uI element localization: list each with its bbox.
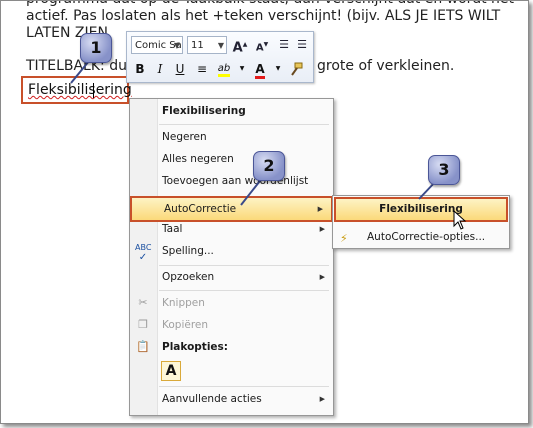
shrink-font-icon: A: [255, 42, 264, 54]
paste-text-icon: A: [165, 363, 177, 379]
highlight-button[interactable]: ab: [215, 60, 233, 78]
submenu-item-autocorrect-options[interactable]: ⚡ AutoCorrectie-opties...: [333, 227, 509, 247]
autocorrect-submenu: Flexibilisering ⚡ AutoCorrectie-opties..…: [332, 195, 510, 249]
menu-item-plakopties: 📋 Plakopties:: [130, 336, 333, 358]
menu-header-suggestion[interactable]: Flexibilisering: [130, 100, 333, 122]
font-size-value: 11: [191, 40, 204, 51]
menu-item-label: Taal: [162, 223, 183, 235]
chevron-down-icon: ▼: [275, 65, 281, 72]
menu-item-label: Negeren: [162, 131, 207, 143]
format-painter-button[interactable]: [287, 60, 305, 78]
submenu-item-suggestion[interactable]: Flexibilisering: [334, 197, 508, 222]
doc-line-2: actief. Pas loslaten als het +teken vers…: [26, 8, 501, 24]
mouse-pointer-icon: [453, 210, 467, 230]
chevron-down-icon: ▼: [239, 65, 245, 72]
menu-separator: [159, 290, 329, 291]
bold-button[interactable]: B: [131, 60, 149, 78]
submenu-suggestion-label: Flexibilisering: [379, 203, 463, 215]
underline-button[interactable]: U: [171, 60, 189, 78]
menu-item-knippen[interactable]: ✂ Knippen: [130, 292, 333, 314]
font-color-dropdown[interactable]: ▼: [269, 60, 287, 78]
callout-number: 1: [90, 38, 102, 57]
scissors-icon: ✂: [138, 296, 148, 309]
format-painter-icon: [291, 62, 303, 76]
menu-item-label: Alles negeren: [162, 153, 234, 165]
lightning-icon: ⚡: [340, 232, 348, 245]
menu-item-taal[interactable]: Taal ▶: [130, 218, 333, 240]
menu-item-label: AutoCorrectie: [164, 203, 237, 215]
callout-number: 2: [263, 156, 275, 175]
highlight-dropdown[interactable]: ▼: [233, 60, 251, 78]
copy-icon: ❐: [138, 318, 148, 331]
text-cursor: [93, 83, 94, 98]
increase-indent-button[interactable]: ☰: [293, 36, 311, 54]
menu-item-negeren[interactable]: Negeren: [130, 126, 333, 148]
menu-item-aanvullende-acties[interactable]: Aanvullende acties ▶: [130, 388, 333, 410]
decrease-indent-icon: ☰: [279, 38, 289, 51]
center-button[interactable]: ≡: [193, 60, 211, 78]
misspelled-word[interactable]: Fleksibilisering: [21, 76, 132, 104]
bold-icon: B: [135, 62, 145, 76]
mini-toolbar: Comic Sa ▼ 11 ▼ A▲ A▼ ☰ ☰ B I U ≡ ab ▼ A…: [126, 31, 314, 83]
menu-item-alles-negeren[interactable]: Alles negeren: [130, 148, 333, 170]
menu-item-label: Aanvullende acties: [162, 393, 262, 405]
underline-icon: U: [175, 62, 185, 76]
decrease-indent-button[interactable]: ☰: [275, 36, 293, 54]
callout-number: 3: [438, 160, 450, 179]
chevron-down-icon: ▼: [173, 41, 180, 50]
font-name-select[interactable]: Comic Sa ▼: [131, 36, 183, 54]
shrink-font-button[interactable]: A▼: [253, 36, 271, 54]
menu-item-label: Toevoegen aan woordenlijst: [162, 175, 309, 187]
callout-badge-2: 2: [253, 151, 285, 181]
menu-item-label: Opzoeken: [162, 271, 215, 283]
doc-line-1: programma dat op de Taakbalk staat, dan …: [26, 1, 516, 8]
menu-item-toevoegen[interactable]: Toevoegen aan woordenlijst: [130, 170, 333, 192]
paste-keep-text-button[interactable]: A: [161, 361, 181, 381]
callout-badge-3: 3: [428, 155, 460, 185]
highlight-icon: ab: [217, 63, 231, 77]
spelling-check-icon: ABC ✓: [135, 243, 152, 263]
chevron-right-icon: ▶: [319, 225, 325, 233]
menu-item-spelling[interactable]: ABC ✓ Spelling...: [130, 240, 333, 263]
menu-header-label: Flexibilisering: [162, 105, 246, 117]
chevron-right-icon: ▶: [317, 205, 323, 213]
grow-font-button[interactable]: A▲: [231, 36, 249, 56]
italic-button[interactable]: I: [151, 60, 169, 78]
font-size-select[interactable]: 11 ▼: [187, 36, 227, 54]
doc-line-titelbalk-end: grote of verkleinen.: [317, 58, 455, 74]
chevron-down-icon: ▼: [217, 41, 224, 50]
menu-item-label: Spelling...: [162, 245, 214, 257]
italic-icon: I: [157, 62, 163, 76]
misspelled-word-text[interactable]: Fleksibilisering: [28, 82, 132, 98]
menu-item-kopieren[interactable]: ❐ Kopiëren: [130, 314, 333, 336]
document-window: programma dat op de Taakbalk staat, dan …: [0, 0, 529, 424]
align-center-icon: ≡: [196, 62, 208, 76]
doc-line-titelbalk: TITELBALK: du: [26, 58, 127, 74]
clipboard-icon: 📋: [136, 340, 150, 353]
chevron-right-icon: ▶: [319, 273, 325, 281]
font-color-icon: A: [255, 62, 265, 79]
menu-item-label: Plakopties:: [162, 341, 228, 353]
menu-separator: [159, 124, 329, 125]
grow-font-icon: A: [232, 40, 243, 56]
context-menu: Flexibilisering Negeren Alles negeren To…: [129, 98, 334, 416]
submenu-options-label: AutoCorrectie-opties...: [367, 231, 486, 243]
callout-badge-1: 1: [80, 33, 112, 63]
increase-indent-icon: ☰: [297, 38, 307, 51]
menu-separator: [159, 386, 329, 387]
font-color-button[interactable]: A: [251, 60, 269, 79]
menu-item-label: Kopiëren: [162, 319, 209, 331]
menu-item-opzoeken[interactable]: Opzoeken ▶: [130, 266, 333, 288]
chevron-right-icon: ▶: [319, 395, 325, 403]
menu-item-label: Knippen: [162, 297, 205, 309]
